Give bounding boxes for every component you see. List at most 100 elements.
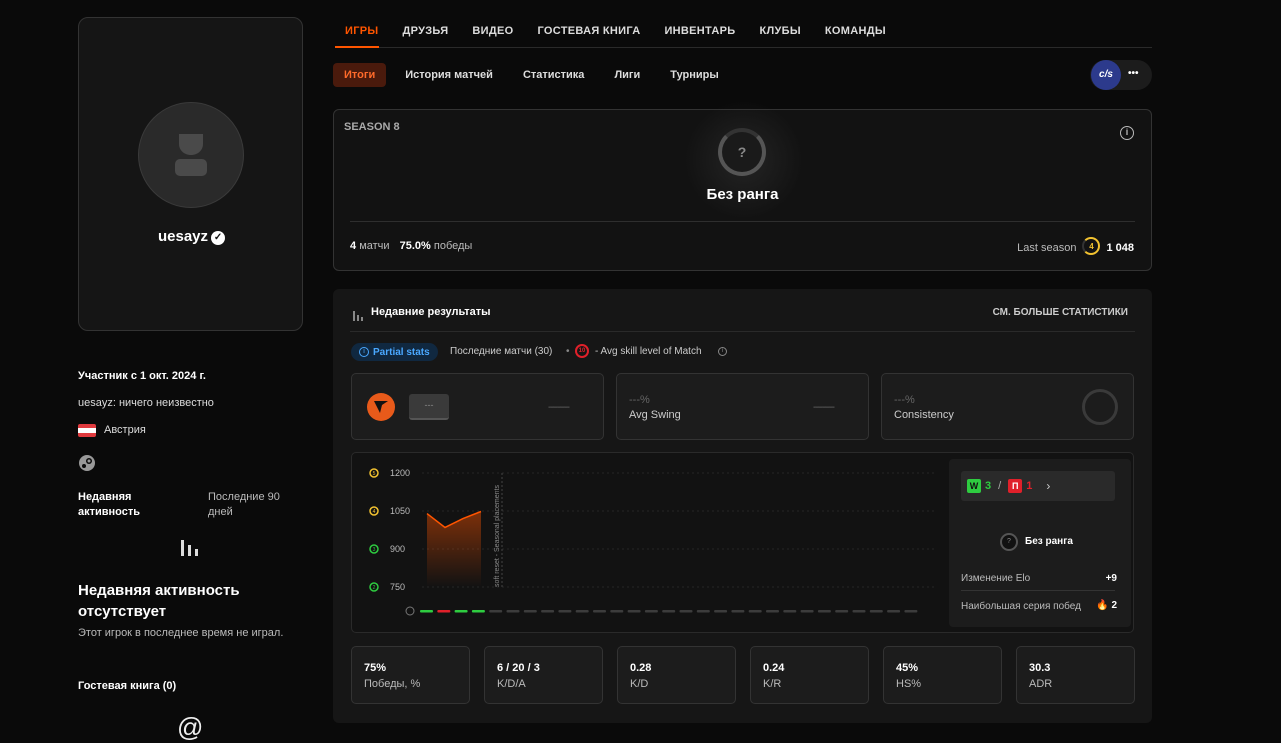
- last-matches-label: Последние матчи (30): [450, 346, 553, 357]
- game-switcher[interactable]: c/s •••: [1090, 60, 1152, 90]
- elo-change-label: Изменение Elo: [961, 573, 1031, 584]
- stat-value: 45%: [896, 662, 919, 674]
- match-result-mark: [506, 610, 520, 613]
- subtab-match-history[interactable]: История матчей: [394, 63, 504, 87]
- match-result-mark: [800, 610, 814, 613]
- bullet: •: [566, 346, 570, 357]
- wins-label: победы: [433, 240, 473, 252]
- season-title: SEASON 8: [344, 121, 400, 133]
- subtab-statistics[interactable]: Статистика: [512, 63, 596, 87]
- country: Австрия: [104, 424, 146, 436]
- more-options-icon[interactable]: •••: [1128, 68, 1139, 79]
- streak-label: Наибольшая серия побед: [961, 601, 1081, 612]
- info-icon: [405, 606, 415, 616]
- level-badge-icon: 4: [1082, 237, 1101, 255]
- y-tick-label: 1200: [390, 468, 410, 478]
- wl-separator: /: [998, 480, 1002, 492]
- unranked-icon: ?: [1000, 533, 1018, 551]
- match-result-mark: [471, 610, 485, 613]
- cs-game-icon[interactable]: c/s: [1091, 60, 1121, 90]
- tab-clubs[interactable]: КЛУБЫ: [759, 25, 800, 37]
- subtab-leagues[interactable]: Лиги: [603, 63, 651, 87]
- active-tab-indicator: [335, 46, 379, 48]
- info-icon: i: [359, 347, 369, 357]
- win-count: 3: [985, 480, 992, 492]
- tab-friends[interactable]: ДРУЗЬЯ: [402, 25, 448, 37]
- match-result-mark: [575, 610, 589, 613]
- consistency-ring: [1082, 389, 1118, 425]
- partial-stats-badge[interactable]: i Partial stats: [351, 343, 438, 361]
- elo-chart-container: 5 1200 4 1050 3 900 2 750 soft reset - Seasonal …: [351, 452, 1134, 633]
- recent-results-title: Недавние результаты: [371, 306, 491, 318]
- y-level-label: 5: [373, 471, 376, 477]
- season-panel: SEASON 8 i ? Без ранга 4 матчи 75.0% поб…: [333, 100, 1152, 271]
- streak: 🔥 2: [1096, 600, 1117, 611]
- bar-chart-icon: [180, 538, 200, 561]
- soft-reset-annotation: soft reset - Seasonal placements: [494, 485, 501, 587]
- stat-card: 75% Победы, %: [351, 646, 470, 704]
- season-stats: 4 матчи 75.0% победы: [350, 240, 472, 252]
- more-stats-link[interactable]: СМ. БОЛЬШЕ СТАТИСТИКИ: [993, 307, 1128, 318]
- match-result-mark: [610, 610, 624, 613]
- consistency-value: ---%: [894, 394, 915, 406]
- consistency-label: Consistency: [894, 409, 954, 421]
- match-result-mark: [679, 610, 693, 613]
- avatar[interactable]: [138, 102, 244, 208]
- info-icon[interactable]: i: [718, 347, 727, 356]
- nickname: uesayz ✓: [79, 228, 304, 245]
- stats-row: 75% Победы, % 6 / 20 / 3 K/D/A 0.28 K/D …: [351, 646, 1135, 704]
- austria-flag-icon: [78, 424, 96, 437]
- skill-level-10-icon: 10: [575, 344, 589, 358]
- stat-value: 30.3: [1029, 662, 1051, 674]
- streak-value: 2: [1111, 600, 1117, 611]
- y-level-label: 2: [373, 585, 376, 591]
- steam-icon[interactable]: [78, 454, 96, 477]
- win-loss-row[interactable]: W 3 / П 1 ›: [961, 471, 1115, 501]
- recent-results-panel: Недавние результаты СМ. БОЛЬШЕ СТАТИСТИК…: [333, 289, 1152, 723]
- header-divider: [350, 331, 1135, 332]
- matches-label: матчи: [359, 240, 390, 252]
- tab-guestbook[interactable]: ГОСТЕВАЯ КНИГА: [538, 25, 641, 37]
- match-result-mark: [523, 610, 537, 613]
- match-result-mark: [869, 610, 883, 613]
- at-icon: @: [177, 712, 204, 742]
- elo-rank: Без ранга: [1025, 536, 1073, 547]
- match-result-mark: [489, 610, 503, 613]
- info-icon[interactable]: i: [1120, 126, 1134, 140]
- loss-count: 1: [1026, 480, 1033, 492]
- elo-change-value: +9: [1105, 573, 1117, 584]
- subtab-summary[interactable]: Итоги: [333, 63, 387, 87]
- match-result-mark: [662, 610, 676, 613]
- match-result-mark: [835, 610, 849, 613]
- match-result-mark: [420, 610, 433, 613]
- recent-activity-label: Недавняя активность: [78, 491, 141, 518]
- profile-card: uesayz ✓: [78, 17, 303, 331]
- match-result-mark: [454, 610, 468, 613]
- nickname-text: uesayz: [157, 228, 209, 245]
- last-season-label: Last season: [1017, 241, 1077, 254]
- elo-chart: 5 1200 4 1050 3 900 2 750 soft reset - Seasonal …: [369, 468, 937, 616]
- subtab-tournaments[interactable]: Турниры: [659, 63, 730, 87]
- top-tabs: ИГРЫ ДРУЗЬЯ ВИДЕО ГОСТЕВАЯ КНИГА ИНВЕНТА…: [345, 25, 886, 37]
- tab-teams[interactable]: КОМАНДЫ: [825, 25, 886, 37]
- tab-inventory[interactable]: ИНВЕНТАРЬ: [664, 25, 735, 37]
- bio: uesayz: ничего неизвестно: [78, 397, 214, 409]
- loss-badge: П: [1008, 479, 1023, 493]
- match-result-mark: [558, 610, 572, 613]
- season-divider: [350, 221, 1135, 222]
- stat-value: 0.28: [630, 662, 652, 674]
- tab-video[interactable]: ВИДЕО: [472, 25, 513, 37]
- avg-skill-label: - Avg skill level of Match: [595, 346, 702, 357]
- chevron-right-icon[interactable]: ›: [1046, 479, 1050, 493]
- stat-card: 45% HS%: [883, 646, 1002, 704]
- stat-card: 30.3 ADR: [1016, 646, 1135, 704]
- y-level-label: 4: [373, 509, 376, 515]
- match-result-mark: [437, 610, 451, 613]
- user-silhouette-icon: [175, 134, 207, 176]
- match-result-mark: [731, 610, 745, 613]
- tab-games[interactable]: ИГРЫ: [345, 25, 378, 37]
- guestbook-title[interactable]: Гостевая книга (0): [78, 680, 176, 692]
- recent-activity-period: Последние 90 дней: [208, 491, 280, 518]
- wins-value: 75.0%: [399, 240, 431, 252]
- consistency-card: ---% Consistency: [881, 373, 1134, 440]
